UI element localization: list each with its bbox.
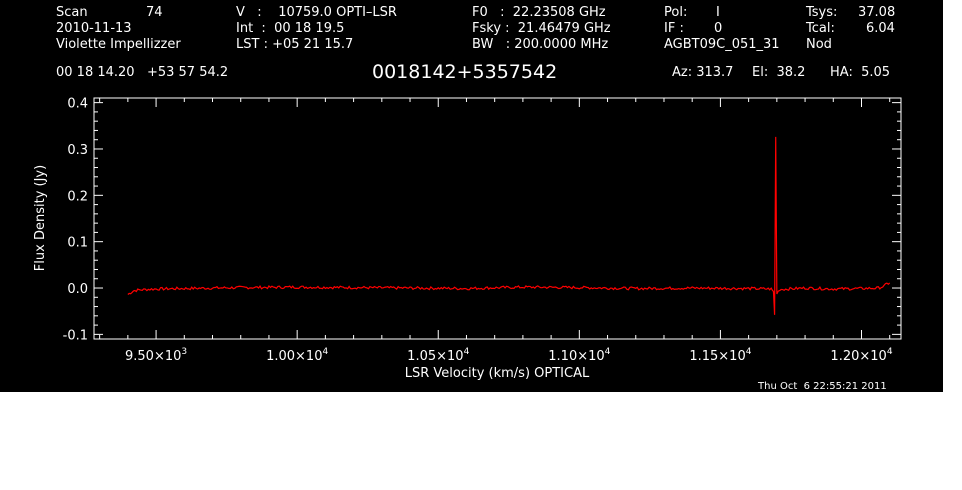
spectrum-plot-panel: Scan 74 2010-11-13 Violette Impellizzer …: [0, 0, 943, 392]
x-tick-label: 1.05×104: [407, 347, 469, 364]
x-tick-label: 1.00×104: [266, 347, 328, 364]
y-tick-label: 0.4: [67, 97, 88, 112]
spectrum-chart: -0.1 0.0 0.1 0.2 0.3 0.4 9.50×103 1.00×104 1.05×…: [33, 97, 902, 381]
x-tick-label: 9.50×103: [125, 347, 187, 364]
axis-tick-labels: -0.1 0.0 0.1 0.2 0.3 0.4 9.50×103 1.00×104 1.05×…: [63, 97, 893, 364]
axis-ticks: [94, 98, 901, 339]
y-tick-label: -0.1: [63, 328, 88, 343]
y-axis-label: Flux Density (Jy): [33, 165, 48, 271]
y-tick-label: 0.3: [67, 143, 88, 158]
y-tick-label: 0.2: [67, 189, 88, 204]
x-tick-label: 1.20×104: [830, 347, 892, 364]
y-tick-label: 0.0: [67, 282, 88, 297]
x-axis-label: LSR Velocity (km/s) OPTICAL: [405, 366, 590, 381]
plot-frame: [93, 97, 902, 340]
x-tick-label: 1.10×104: [548, 347, 610, 364]
spectrum-series-line: [127, 136, 891, 315]
y-tick-label: 0.1: [67, 236, 88, 251]
series-group: [127, 136, 891, 315]
x-tick-label: 1.15×104: [689, 347, 751, 364]
